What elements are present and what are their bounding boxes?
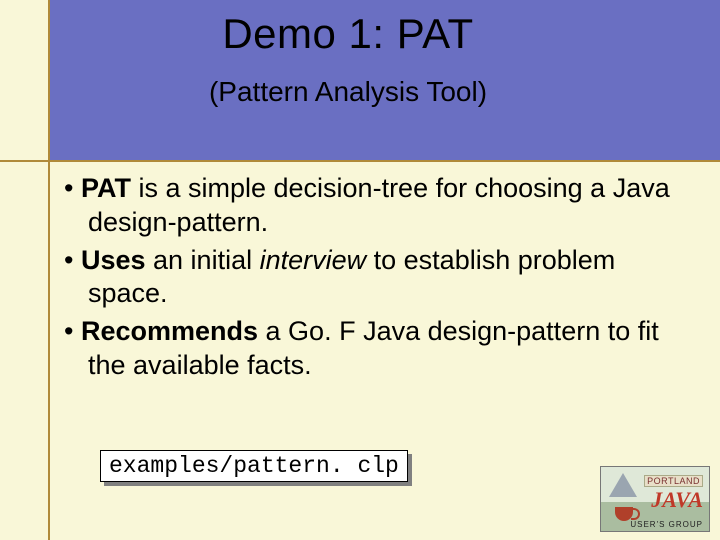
left-stripe bbox=[0, 0, 48, 540]
title-area: Demo 1: PAT (Pattern Analysis Tool) bbox=[48, 10, 648, 108]
bullet-2-mid: an initial bbox=[146, 245, 260, 275]
mountain-icon bbox=[609, 473, 637, 497]
code-example-box: examples/pattern. clp bbox=[100, 450, 408, 482]
bullet-1: PAT is a simple decision-tree for choosi… bbox=[64, 172, 690, 240]
slide-title: Demo 1: PAT bbox=[48, 10, 648, 58]
codebox: examples/pattern. clp bbox=[100, 450, 408, 482]
logo-portland-text: PORTLAND bbox=[644, 475, 703, 487]
bullet-2: Uses an initial interview to establish p… bbox=[64, 244, 690, 312]
horizontal-divider bbox=[0, 160, 720, 162]
bullet-2-strong: Uses bbox=[81, 245, 146, 275]
coffee-cup-icon bbox=[615, 507, 633, 521]
bullet-1-strong: PAT bbox=[81, 173, 131, 203]
bullet-1-text: is a simple decision-tree for choosing a… bbox=[88, 173, 670, 237]
logo-usergroup-text: USER'S GROUP bbox=[630, 520, 703, 529]
slide-subtitle: (Pattern Analysis Tool) bbox=[48, 76, 648, 108]
portland-java-logo: PORTLAND JAVA USER'S GROUP bbox=[600, 466, 710, 532]
bullet-3: Recommends a Go. F Java design-pattern t… bbox=[64, 315, 690, 383]
bullet-3-strong: Recommends bbox=[81, 316, 258, 346]
logo-java-text: JAVA bbox=[651, 487, 703, 513]
content-area: PAT is a simple decision-tree for choosi… bbox=[64, 172, 690, 387]
bullet-2-italic: interview bbox=[260, 245, 367, 275]
